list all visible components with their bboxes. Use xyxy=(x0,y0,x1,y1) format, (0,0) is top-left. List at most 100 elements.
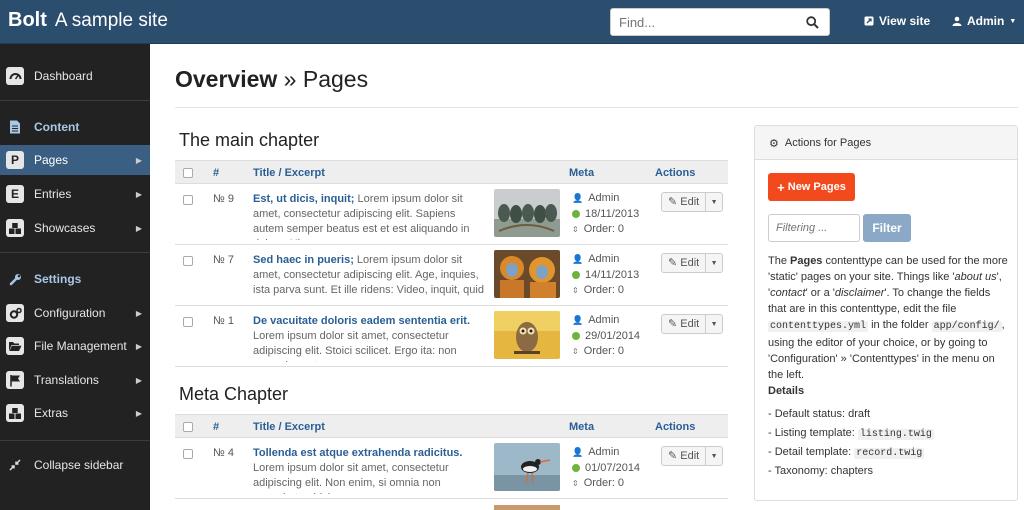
sidebar-item-entries[interactable]: E Entries ▶ xyxy=(0,179,150,209)
sidebar-item-label: File Management xyxy=(34,339,127,353)
column-header-title[interactable]: Title / Excerpt xyxy=(253,167,325,179)
record-excerpt: De vacuitate doloris eadem sententia eri… xyxy=(253,315,471,362)
site-name[interactable]: A sample site xyxy=(55,10,168,31)
sidebar-heading-label: Settings xyxy=(34,272,82,286)
sidebar-heading-settings[interactable]: Settings xyxy=(0,264,150,294)
search-input[interactable] xyxy=(611,9,791,35)
section-title: Meta Chapter xyxy=(179,384,289,404)
column-header-meta[interactable]: Meta xyxy=(569,421,594,433)
status-published-icon xyxy=(572,210,580,219)
new-page-label: New Pages xyxy=(787,181,846,193)
record-thumbnail-partial[interactable] xyxy=(494,504,560,510)
edit-button-group: ✎ Edit ▼ xyxy=(661,446,723,466)
status-published-icon xyxy=(572,464,580,473)
pencil-icon: ✎ xyxy=(668,450,678,462)
record-title-link[interactable]: Sed haec in pueris; xyxy=(253,254,354,266)
bolt-logo[interactable]: Bolt xyxy=(8,9,47,31)
row-checkbox[interactable] xyxy=(183,449,193,459)
sidebar-item-configuration[interactable]: Configuration ▶ xyxy=(0,298,150,328)
edit-button[interactable]: ✎ Edit xyxy=(662,315,707,333)
sort-icon: ⇕ xyxy=(572,225,579,234)
chevron-right-icon: ▶ xyxy=(135,375,142,385)
sidebar-item-label: Translations xyxy=(34,373,99,387)
sort-icon: ⇕ xyxy=(572,479,579,488)
column-header-actions: Actions xyxy=(655,421,696,433)
edit-dropdown-toggle[interactable]: ▼ xyxy=(706,199,722,206)
record-thumbnail[interactable] xyxy=(494,311,560,359)
sidebar-heading-content[interactable]: Content xyxy=(0,112,150,142)
edit-button[interactable]: ✎ Edit xyxy=(662,193,707,211)
edit-dropdown-toggle[interactable]: ▼ xyxy=(706,260,722,267)
edit-button[interactable]: ✎ Edit xyxy=(662,254,707,272)
column-header-number[interactable]: # xyxy=(213,167,219,179)
record-author: Admin xyxy=(588,253,620,265)
title-divider xyxy=(175,107,1018,108)
record-date: 29/01/2014 xyxy=(585,329,641,342)
column-header-number[interactable]: # xyxy=(213,421,219,433)
external-link-icon xyxy=(864,16,874,26)
user-menu[interactable]: Admin ▼ xyxy=(952,14,1016,28)
record-meta: 👤 Admin 29/01/2014 ⇕ Order: 0 xyxy=(572,313,640,360)
entries-letter-icon: E xyxy=(6,185,24,203)
record-title-link[interactable]: De vacuitate doloris eadem sententia eri… xyxy=(253,315,470,327)
sidebar-divider xyxy=(0,252,150,253)
column-header-title[interactable]: Title / Excerpt xyxy=(253,421,325,433)
pencil-icon: ✎ xyxy=(668,257,678,269)
table-row: № 4 Tollenda est atque extrahenda radici… xyxy=(175,438,728,499)
dashboard-icon xyxy=(6,67,24,85)
edit-dropdown-toggle[interactable]: ▼ xyxy=(706,453,722,460)
sidebar-item-label: Extras xyxy=(34,406,69,420)
edit-button-group: ✎ Edit ▼ xyxy=(661,192,723,212)
row-checkbox[interactable] xyxy=(183,195,193,205)
row-checkbox[interactable] xyxy=(183,256,193,266)
folder-open-icon xyxy=(6,337,24,355)
compress-icon xyxy=(6,456,24,474)
record-meta: 👤 Admin 14/11/2013 ⇕ Order: 0 xyxy=(572,252,639,299)
record-meta: 👤 Admin 01/07/2014 ⇕ Order: 0 xyxy=(572,445,640,492)
sidebar-item-translations[interactable]: Translations ▶ xyxy=(0,365,150,395)
status-published-icon xyxy=(572,332,580,341)
caret-down-icon: ▼ xyxy=(1009,17,1017,25)
contenttype-description: The Pages contenttype can be used for th… xyxy=(768,255,1008,381)
record-title-link[interactable]: Tollenda est atque extrahenda radicitus. xyxy=(253,447,462,459)
actions-panel: ⚙ Actions for Pages + New Pages Filter T… xyxy=(754,125,1018,501)
user-icon xyxy=(952,16,962,26)
record-thumbnail[interactable] xyxy=(494,443,560,491)
sidebar-item-dashboard[interactable]: Dashboard xyxy=(0,61,150,91)
sidebar-item-label: Dashboard xyxy=(34,69,93,83)
cubes-icon xyxy=(6,219,24,237)
record-thumbnail[interactable] xyxy=(494,189,560,237)
sidebar-item-label: Showcases xyxy=(34,221,96,235)
search-button[interactable] xyxy=(795,9,829,35)
sidebar-item-file-management[interactable]: File Management ▶ xyxy=(0,331,150,361)
sort-icon: ⇕ xyxy=(572,286,579,295)
row-checkbox[interactable] xyxy=(183,317,193,327)
sidebar-item-extras[interactable]: Extras ▶ xyxy=(0,398,150,428)
record-excerpt: Tollenda est atque extrahenda radicitus.… xyxy=(253,447,463,494)
record-title-link[interactable]: Est, ut dicis, inquit; xyxy=(253,193,354,205)
column-header-meta[interactable]: Meta xyxy=(569,167,594,179)
chevron-right-icon: ▶ xyxy=(135,408,142,418)
detail-record-template: - Detail template: record.twig xyxy=(768,446,925,459)
search-icon xyxy=(805,15,819,29)
edit-dropdown-toggle[interactable]: ▼ xyxy=(706,321,722,328)
filter-button[interactable]: Filter xyxy=(863,214,911,242)
table-header: # Title / Excerpt Meta Actions xyxy=(175,414,728,438)
pencil-icon: ✎ xyxy=(668,196,678,208)
pages-letter-icon: P xyxy=(6,151,24,169)
edit-button[interactable]: ✎ Edit xyxy=(662,447,707,465)
new-page-button[interactable]: + New Pages xyxy=(768,173,855,201)
sidebar-item-showcases[interactable]: Showcases ▶ xyxy=(0,213,150,243)
table-row: № 9 Est, ut dicis, inquit; Lorem ipsum d… xyxy=(175,184,728,245)
view-site-link[interactable]: View site xyxy=(864,14,930,28)
filter-input[interactable] xyxy=(768,214,860,242)
collapse-sidebar-button[interactable]: Collapse sidebar xyxy=(0,450,150,480)
select-all-checkbox[interactable] xyxy=(183,168,193,178)
sidebar-item-pages[interactable]: P Pages ▶ xyxy=(0,145,150,175)
status-published-icon xyxy=(572,271,580,280)
brand[interactable]: Bolt A sample site xyxy=(8,9,168,32)
record-thumbnail[interactable] xyxy=(494,250,560,298)
select-all-checkbox[interactable] xyxy=(183,422,193,432)
record-author: Admin xyxy=(588,446,620,458)
edit-button-group: ✎ Edit ▼ xyxy=(661,253,723,273)
